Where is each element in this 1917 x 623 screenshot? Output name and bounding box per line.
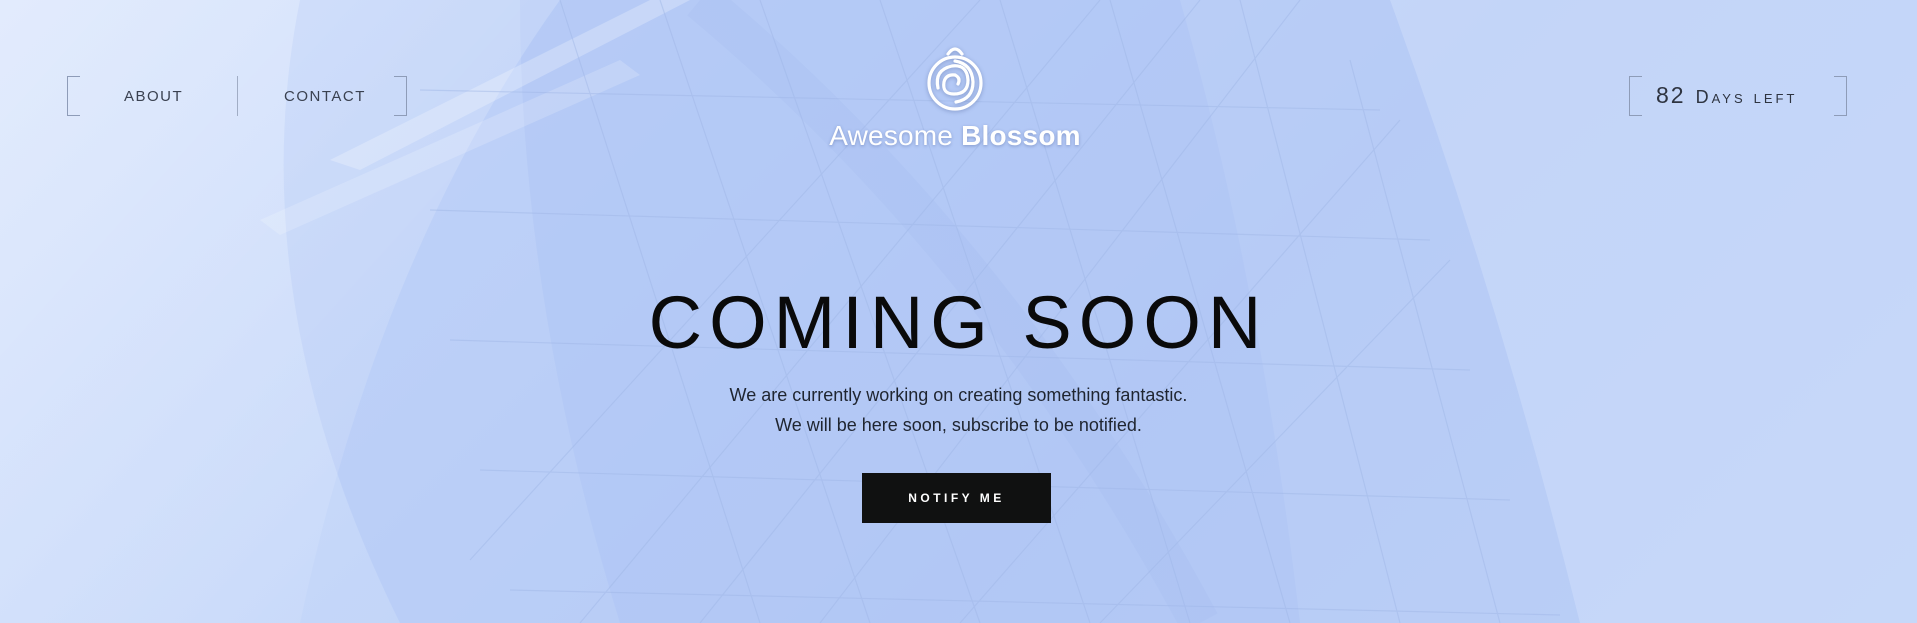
brand-logo[interactable]: Awesome Blossom [825, 42, 1085, 157]
bracket-left-decoration [1629, 76, 1642, 116]
brand-name-light: Awesome [829, 120, 954, 151]
nav-divider [237, 76, 238, 116]
page-title: COMING SOON [648, 281, 1269, 364]
bracket-right-decoration [394, 76, 407, 116]
bracket-left-decoration [67, 76, 80, 116]
brand-name-bold: Blossom [961, 120, 1081, 151]
countdown-text: 82 Days left [1656, 82, 1797, 109]
nav-link-about[interactable]: ABOUT [124, 88, 183, 105]
top-nav: ABOUT CONTACT [67, 76, 407, 116]
countdown-days-label: Days left [1695, 87, 1798, 107]
rose-flower-icon [927, 47, 983, 111]
nav-link-contact[interactable]: CONTACT [284, 88, 366, 105]
bracket-right-decoration [1834, 76, 1847, 116]
hero-description-line-2: We will be here soon, subscribe to be no… [775, 415, 1142, 435]
hero-description-line-1: We are currently working on creating som… [729, 385, 1188, 405]
hero-description: We are currently working on creating som… [0, 380, 1917, 440]
countdown-days-number: 82 [1656, 82, 1686, 108]
brand-name: Awesome Blossom [825, 120, 1085, 152]
countdown-box: 82 Days left [1629, 76, 1847, 116]
coming-soon-page: ABOUT CONTACT Awesome Blossom 82 Days lef… [0, 0, 1917, 623]
notify-me-button[interactable]: NOTIFY ME [862, 473, 1051, 523]
